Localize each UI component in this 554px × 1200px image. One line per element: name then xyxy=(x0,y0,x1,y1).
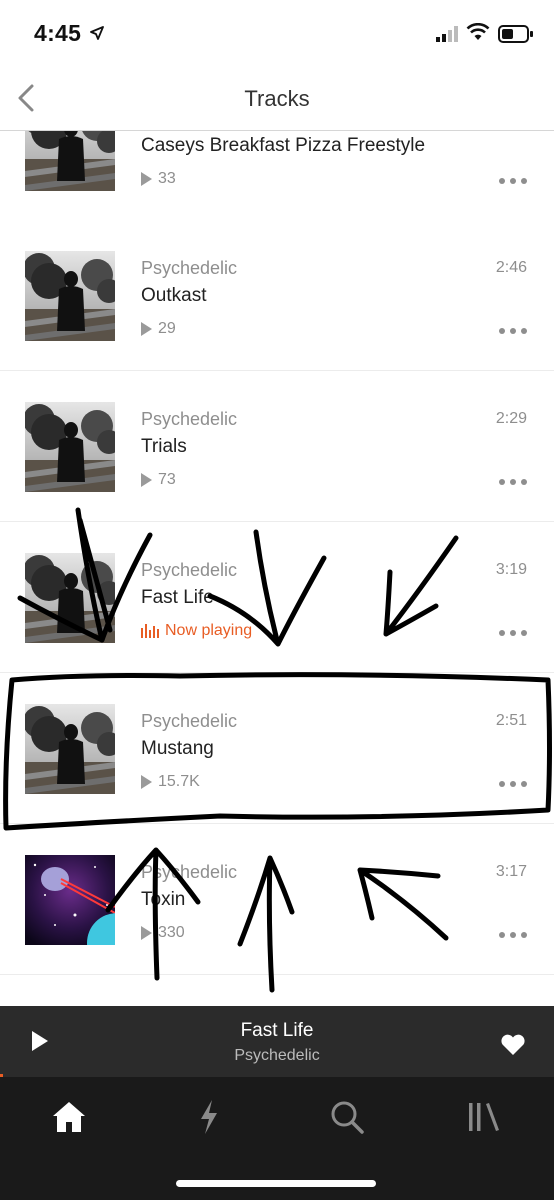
play-count: 29 xyxy=(141,320,176,338)
mini-player[interactable]: Fast Life Psychedelic xyxy=(0,1006,554,1077)
play-count: 330 xyxy=(141,924,185,942)
location-arrow-icon xyxy=(90,26,104,40)
track-artwork xyxy=(25,402,115,492)
play-count-icon xyxy=(141,172,152,186)
track-artwork xyxy=(25,855,115,945)
track-album: Psychedelic xyxy=(141,711,238,731)
search-icon xyxy=(331,1101,364,1134)
play-count-icon xyxy=(141,775,152,789)
play-count: 73 xyxy=(141,471,176,489)
track-artwork xyxy=(25,553,115,643)
track-row[interactable]: Psychedelic Trials 2:29 73 xyxy=(0,371,554,522)
track-row[interactable]: Psychedelic Mustang 2:51 15.7K xyxy=(0,673,554,824)
equalizer-icon xyxy=(141,624,159,638)
play-count-icon xyxy=(141,322,152,336)
tab-library[interactable] xyxy=(462,1095,506,1139)
track-list[interactable]: Caseys Breakfast Pizza Freestyle 33 Psyc… xyxy=(0,131,554,1006)
track-row[interactable] xyxy=(0,975,554,1006)
heart-icon[interactable] xyxy=(500,1034,526,1056)
more-options-button[interactable] xyxy=(499,177,527,185)
track-duration: 2:46 xyxy=(495,259,527,276)
status-time: 4:45 xyxy=(34,20,82,46)
mini-player-title: Fast Life xyxy=(240,1020,314,1041)
tab-stream[interactable] xyxy=(187,1095,231,1139)
now-playing-indicator: Now playing xyxy=(141,622,252,640)
track-album: Psychedelic xyxy=(141,560,238,580)
more-options-button[interactable] xyxy=(499,629,527,637)
more-options-button[interactable] xyxy=(499,931,527,939)
play-count: 15.7K xyxy=(141,773,200,791)
navigation-bar: Tracks xyxy=(0,70,554,131)
play-count-icon xyxy=(141,473,152,487)
battery-icon xyxy=(498,25,533,43)
tab-search[interactable] xyxy=(325,1095,369,1139)
more-options-button[interactable] xyxy=(499,327,527,335)
status-bar: 4:45 xyxy=(0,0,554,70)
track-duration: 3:19 xyxy=(495,561,527,578)
track-album: Psychedelic xyxy=(141,862,238,882)
track-duration: 2:29 xyxy=(495,410,527,427)
track-album: Psychedelic xyxy=(141,258,238,278)
page-title: Tracks xyxy=(244,86,310,111)
track-artwork xyxy=(25,131,115,191)
track-artwork xyxy=(25,251,115,341)
library-icon xyxy=(469,1103,499,1131)
more-options-button[interactable] xyxy=(499,780,527,788)
track-artwork xyxy=(25,704,115,794)
track-title: Fast Life xyxy=(141,587,214,608)
track-title: Toxin xyxy=(141,889,186,910)
more-options-button[interactable] xyxy=(499,478,527,486)
stream-icon xyxy=(201,1100,217,1134)
home-icon xyxy=(53,1102,85,1132)
track-title: Caseys Breakfast Pizza Freestyle xyxy=(141,135,426,156)
wifi-icon xyxy=(466,23,490,40)
track-duration: 2:51 xyxy=(495,712,527,729)
play-count: 33 xyxy=(141,170,176,188)
track-row[interactable]: Caseys Breakfast Pizza Freestyle 33 xyxy=(0,131,554,221)
mini-player-artist: Psychedelic xyxy=(234,1047,320,1064)
track-album: Psychedelic xyxy=(141,409,238,429)
track-title: Mustang xyxy=(141,738,214,759)
track-row[interactable]: Psychedelic Outkast 2:46 29 xyxy=(0,220,554,371)
track-title: Trials xyxy=(141,436,187,457)
tab-home[interactable] xyxy=(47,1095,91,1139)
cellular-signal-icon xyxy=(436,26,458,42)
play-count-icon xyxy=(141,926,152,940)
track-duration: 3:17 xyxy=(495,863,527,880)
track-title: Outkast xyxy=(141,285,207,306)
track-row[interactable]: Psychedelic Toxin 3:17 330 xyxy=(0,824,554,975)
track-row-now-playing[interactable]: Psychedelic Fast Life 3:19 Now playing xyxy=(0,522,554,673)
home-indicator xyxy=(176,1180,376,1187)
